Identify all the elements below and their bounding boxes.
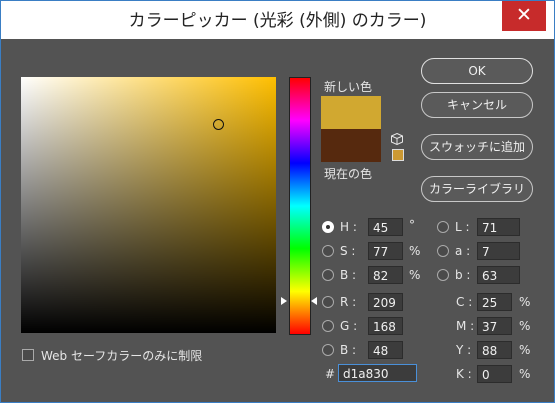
- lab-b-label: b :: [455, 268, 471, 282]
- k-unit: %: [519, 367, 531, 381]
- hue-slider-left-handle[interactable]: [281, 297, 287, 305]
- blue-label: B :: [340, 343, 357, 357]
- new-color-swatch: [321, 96, 381, 129]
- saturation-brightness-field[interactable]: [21, 77, 276, 333]
- c-unit: %: [519, 295, 531, 309]
- brightness-unit: %: [409, 268, 421, 282]
- g-input[interactable]: 168: [368, 317, 403, 335]
- a-input[interactable]: 7: [477, 242, 520, 260]
- brightness-label: B :: [340, 268, 357, 282]
- lab-b-radio[interactable]: [437, 269, 449, 281]
- close-button[interactable]: ✕: [502, 1, 546, 31]
- cancel-button[interactable]: キャンセル: [421, 92, 533, 118]
- hex-input[interactable]: d1a830: [338, 364, 417, 382]
- r-label: R :: [340, 295, 357, 309]
- brightness-radio[interactable]: [322, 269, 334, 281]
- a-label: a :: [455, 244, 471, 258]
- brightness-input[interactable]: 82: [368, 266, 403, 284]
- s-label: S :: [340, 244, 356, 258]
- h-input[interactable]: 45: [368, 218, 403, 236]
- hue-slider-right-handle[interactable]: [311, 297, 317, 305]
- color-picker-dialog: カラーピッカー (光彩 (外側) のカラー) ✕ 新しい色 現在の色 OK キャ…: [0, 0, 555, 403]
- window-title: カラーピッカー (光彩 (外側) のカラー): [128, 11, 427, 31]
- websafe-color-swatch[interactable]: [392, 149, 404, 161]
- m-unit: %: [519, 319, 531, 333]
- s-radio[interactable]: [322, 245, 334, 257]
- color-picker-marker[interactable]: [213, 119, 224, 130]
- s-unit: %: [409, 244, 421, 258]
- m-label: M :: [456, 319, 475, 333]
- current-color-swatch[interactable]: [321, 129, 381, 162]
- blue-input[interactable]: 48: [368, 341, 403, 359]
- out-of-gamut-cube-icon[interactable]: [391, 133, 403, 145]
- g-radio[interactable]: [322, 320, 334, 332]
- add-to-swatches-button[interactable]: スウォッチに追加: [421, 134, 533, 160]
- c-label: C :: [456, 295, 473, 309]
- r-radio[interactable]: [322, 296, 334, 308]
- y-label: Y :: [456, 343, 472, 357]
- l-label: L :: [455, 220, 470, 234]
- h-label: H :: [340, 220, 357, 234]
- websafe-only-label: Web セーフカラーのみに制限: [41, 349, 203, 363]
- r-input[interactable]: 209: [368, 293, 403, 311]
- c-input[interactable]: 25: [477, 293, 512, 311]
- websafe-only-checkbox[interactable]: [22, 349, 34, 361]
- new-color-label: 新しい色: [324, 80, 373, 94]
- y-input[interactable]: 88: [477, 341, 512, 359]
- s-input[interactable]: 77: [368, 242, 403, 260]
- y-unit: %: [519, 343, 531, 357]
- hex-label: #: [325, 367, 336, 381]
- k-label: K :: [456, 367, 472, 381]
- a-radio[interactable]: [437, 245, 449, 257]
- l-radio[interactable]: [437, 221, 449, 233]
- l-input[interactable]: 71: [477, 218, 520, 236]
- title-bar[interactable]: カラーピッカー (光彩 (外側) のカラー) ✕: [1, 1, 554, 39]
- ok-button[interactable]: OK: [421, 58, 533, 84]
- blue-radio[interactable]: [322, 344, 334, 356]
- hue-slider[interactable]: [289, 77, 311, 335]
- lab-b-input[interactable]: 63: [477, 266, 520, 284]
- color-libraries-button[interactable]: カラーライブラリ: [421, 176, 533, 202]
- h-unit: °: [409, 218, 415, 232]
- g-label: G :: [340, 319, 358, 333]
- h-radio[interactable]: [322, 221, 334, 233]
- k-input[interactable]: 0: [477, 365, 512, 383]
- m-input[interactable]: 37: [477, 317, 512, 335]
- current-color-label: 現在の色: [324, 167, 373, 181]
